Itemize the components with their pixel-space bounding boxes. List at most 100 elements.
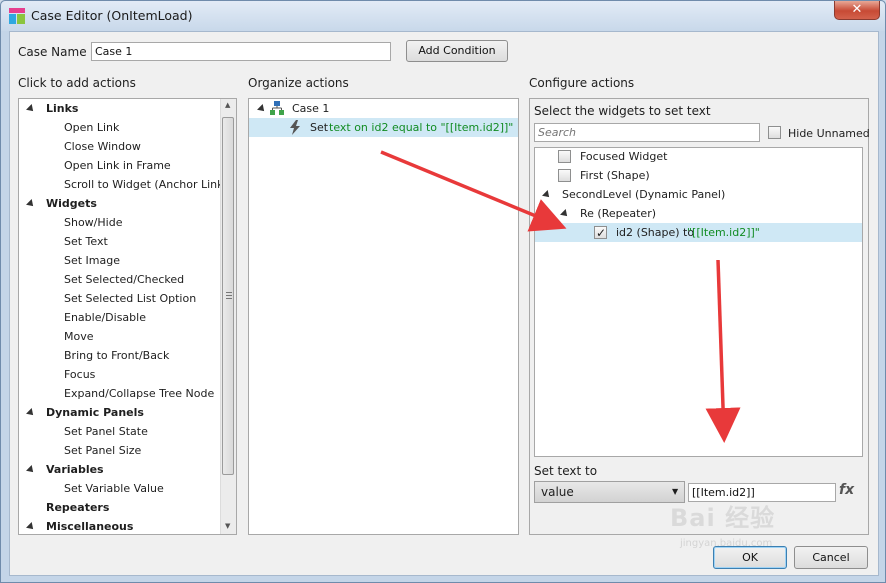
actions-scroll-thumb[interactable]	[222, 117, 234, 475]
scroll-up-icon[interactable]: ▲	[225, 101, 230, 109]
action-item-set-image[interactable]: Set Image	[19, 251, 220, 270]
search-input[interactable]	[534, 123, 760, 142]
action-item-set-text[interactable]: Set Text	[19, 232, 220, 251]
action-label: Set Variable Value	[64, 482, 164, 495]
action-item-set-panel-state[interactable]: Set Panel State	[19, 422, 220, 441]
action-detail: text on id2 equal to "[[Item.id2]]"	[329, 121, 514, 134]
section-dynamic-panels[interactable]: Dynamic Panels	[19, 403, 220, 422]
expand-icon[interactable]	[48, 123, 55, 133]
app-icon	[9, 8, 25, 24]
tree-item-focused-widget[interactable]: Focused Widget	[535, 147, 862, 166]
collapse-icon[interactable]	[26, 522, 36, 532]
action-label: Open Link in Frame	[64, 159, 171, 172]
action-item-set-selected-checked[interactable]: Set Selected/Checked	[19, 270, 220, 289]
close-icon: ✕	[851, 2, 863, 17]
set-text-type-value: value	[541, 485, 574, 499]
case-label: Case 1	[292, 102, 330, 115]
select-widgets-label: Select the widgets to set text	[534, 104, 711, 118]
action-item-close-window[interactable]: Close Window	[19, 137, 220, 156]
middle-panel-heading: Organize actions	[248, 76, 349, 90]
expand-icon[interactable]	[48, 161, 55, 171]
action-label: Scroll to Widget (Anchor Link)	[64, 178, 220, 191]
action-label: Set Text	[64, 235, 108, 248]
add-condition-button[interactable]: Add Condition	[406, 40, 508, 62]
expand-icon[interactable]	[48, 351, 55, 361]
action-label: Enable/Disable	[64, 311, 146, 324]
section-repeaters[interactable]: Repeaters	[19, 498, 220, 517]
section-variables[interactable]: Variables	[19, 460, 220, 479]
expand-icon[interactable]	[560, 209, 570, 219]
watermark: Bai 经验 jingyan.baidu.com	[670, 480, 800, 560]
action-item-bring-to-front-back[interactable]: Bring to Front/Back	[19, 346, 220, 365]
collapse-icon[interactable]	[26, 199, 36, 209]
action-label: Set Selected List Option	[64, 292, 197, 305]
case-tree-icon	[270, 101, 284, 115]
action-item-set-variable-value[interactable]: Set Variable Value	[19, 479, 220, 498]
fx-button[interactable]: fx	[839, 482, 854, 498]
collapse-icon[interactable]	[26, 465, 36, 475]
action-label: Set Image	[64, 254, 121, 267]
action-item-open-link[interactable]: Open Link	[19, 118, 220, 137]
case-name-label: Case Name	[18, 45, 87, 59]
action-row[interactable]: Set text on id2 equal to "[[Item.id2]]"	[249, 118, 518, 137]
scroll-down-icon[interactable]: ▼	[225, 522, 230, 530]
tree-item-id2[interactable]: id2 (Shape) to "[[Item.id2]]"	[535, 223, 862, 243]
expand-icon[interactable]	[48, 389, 55, 399]
case-name-input[interactable]	[91, 42, 391, 61]
action-label: Set Selected/Checked	[64, 273, 185, 286]
actions-list: Links Open Link Close Window Open Link in F…	[19, 99, 220, 534]
id2-checkbox[interactable]	[594, 224, 607, 243]
set-text-label: Set text to	[534, 464, 598, 478]
action-item-set-panel-size[interactable]: Set Panel Size	[19, 441, 220, 460]
cancel-button[interactable]: Cancel	[794, 546, 868, 569]
action-label: Focus	[64, 368, 96, 381]
action-item-enable-disable[interactable]: Enable/Disable	[19, 308, 220, 327]
action-label: Variables	[46, 463, 104, 476]
focused-widget-checkbox[interactable]	[558, 150, 571, 163]
expand-icon[interactable]	[48, 275, 55, 285]
first-shape-checkbox[interactable]	[558, 169, 571, 182]
action-label: Expand/Collapse Tree Node	[64, 387, 215, 400]
action-item-focus[interactable]: Focus	[19, 365, 220, 384]
tree-item-second-level[interactable]: SecondLevel (Dynamic Panel)	[535, 185, 862, 204]
watermark-url: jingyan.baidu.com	[680, 538, 773, 549]
action-label: Widgets	[46, 197, 97, 210]
action-label: Dynamic Panels	[46, 406, 144, 419]
title-bar[interactable]: Case Editor (OnItemLoad) ✕	[1, 1, 885, 31]
right-panel-heading: Configure actions	[529, 76, 635, 90]
action-verb: Set	[310, 121, 329, 134]
collapse-icon[interactable]	[26, 408, 36, 418]
action-item-show-hide[interactable]: Show/Hide	[19, 213, 220, 232]
expand-icon[interactable]	[257, 104, 267, 114]
action-label: Close Window	[64, 140, 141, 153]
section-widgets[interactable]: Widgets	[19, 194, 220, 213]
hide-unnamed-checkbox[interactable]	[768, 126, 781, 139]
hide-unnamed-label: Hide Unnamed	[788, 127, 870, 140]
action-item-scroll-to-widget-anchor-link[interactable]: Scroll to Widget (Anchor Link)	[19, 175, 220, 194]
organize-actions-panel	[248, 98, 519, 535]
action-item-open-link-in-frame[interactable]: Open Link in Frame	[19, 156, 220, 175]
case-node[interactable]: Case 1	[256, 99, 516, 118]
action-item-set-selected-list-option[interactable]: Set Selected List Option	[19, 289, 220, 308]
action-item-move[interactable]: Move	[19, 327, 220, 346]
action-label: Set Panel Size	[64, 444, 142, 457]
expand-icon[interactable]	[542, 190, 552, 200]
action-label: Bring to Front/Back	[64, 349, 170, 362]
section-links[interactable]: Links	[19, 99, 220, 118]
action-item-expand-collapse-tree-node[interactable]: Expand/Collapse Tree Node	[19, 384, 220, 403]
action-label: Set Panel State	[64, 425, 148, 438]
set-text-type-select[interactable]: value ▼	[534, 481, 685, 503]
expand-icon[interactable]	[48, 313, 55, 323]
action-label: Open Link	[64, 121, 120, 134]
action-label: Links	[46, 102, 79, 115]
expand-icon[interactable]	[28, 503, 35, 513]
expand-icon[interactable]	[48, 218, 55, 228]
collapse-icon[interactable]	[26, 104, 36, 114]
section-miscellaneous[interactable]: Miscellaneous	[19, 517, 220, 534]
window-title: Case Editor (OnItemLoad)	[31, 8, 193, 23]
tree-item-first-shape[interactable]: First (Shape)	[535, 166, 862, 185]
close-button[interactable]: ✕	[834, 1, 880, 20]
watermark-logo: Bai 经验	[670, 504, 776, 532]
tree-item-repeater[interactable]: Re (Repeater)	[535, 204, 862, 223]
lightning-icon	[290, 120, 300, 135]
